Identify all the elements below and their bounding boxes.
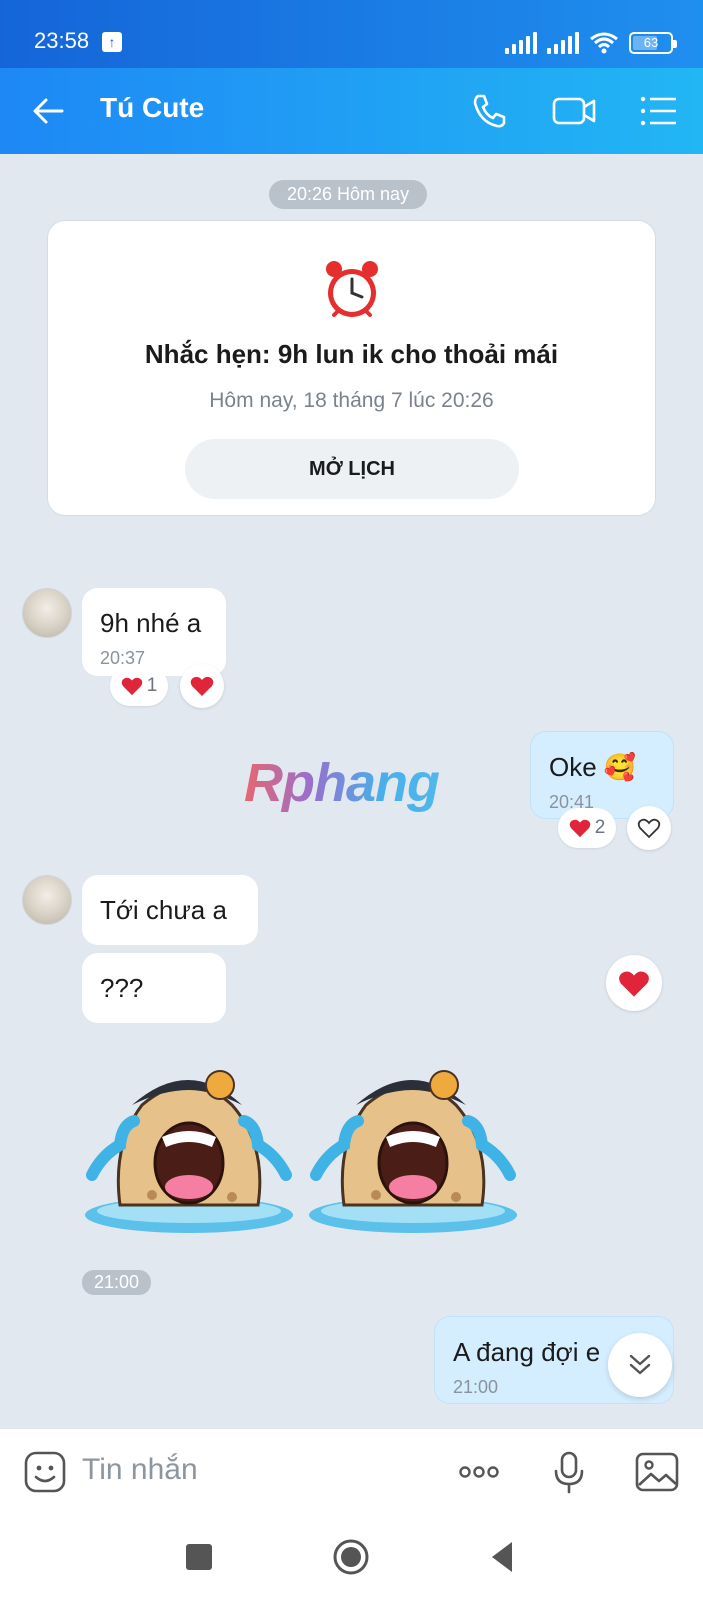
heart-react-button[interactable] [180,664,224,708]
message-text: Oke 🥰 [549,752,637,782]
home-icon[interactable] [328,1534,374,1580]
message-input[interactable]: Tin nhắn [82,1453,198,1487]
watermark: Rphang [244,753,440,813]
crying-sticker[interactable] [82,1065,296,1235]
heart-react-button[interactable] [627,806,671,850]
reminder-title: Nhắc hẹn: 9h lun ik cho thoải mái [144,339,559,369]
reaction-count: 1 [146,675,158,696]
double-chevron-down-icon [629,1354,651,1375]
reaction-summary[interactable]: 2 [558,808,616,848]
message-text: Tới chưa a [100,895,227,925]
status-time: 23:58 [34,28,90,53]
wifi-icon [590,32,618,54]
message-text: A đang đợi e [453,1337,601,1367]
message-bubble-incoming[interactable]: ??? [82,953,226,1023]
heart-outline-icon [637,818,661,839]
chat-title[interactable]: Tú Cute [100,92,204,124]
microphone-icon[interactable] [544,1447,594,1497]
alarm-clock-icon [326,261,378,317]
menu-list-icon[interactable] [636,88,682,134]
reminder-card[interactable]: Nhắc hẹn: 9h lun ik cho thoải mái Hôm na… [47,220,656,516]
reaction-count: 2 [594,817,606,838]
scroll-to-bottom-button[interactable] [608,1333,672,1397]
date-divider: 20:26 Hôm nay [269,180,428,209]
heart-icon [121,677,142,696]
reminder-datetime: Hôm nay, 18 tháng 7 lúc 20:26 [209,389,494,412]
back-arrow-icon[interactable] [26,88,72,134]
more-options-icon[interactable] [454,1447,504,1497]
video-call-icon[interactable] [550,88,598,134]
heart-react-button[interactable] [606,955,662,1011]
open-calendar-button[interactable]: MỞ LỊCH [185,439,519,499]
status-indicators: 63 [505,30,677,54]
signal-icon [505,32,537,54]
heart-icon [569,819,590,838]
message-input-bar: Tin nhắn [0,1428,703,1514]
reaction-summary[interactable]: 1 [110,666,168,706]
message-bubble-incoming[interactable]: 9h nhé a 20:37 [82,588,226,676]
battery-icon: 63 [629,32,677,54]
contact-avatar[interactable] [22,588,72,638]
upload-icon: ↑ [102,32,122,52]
message-text: ??? [100,973,144,1003]
recent-apps-icon[interactable] [176,1534,222,1580]
message-text: 9h nhé a [100,608,202,638]
emoji-sticker-icon[interactable] [20,1447,70,1497]
message-bubble-incoming[interactable]: Tới chưa a [82,875,258,945]
sticker-time: 21:00 [82,1270,152,1295]
back-nav-icon[interactable] [480,1534,526,1580]
message-time: 21:00 [453,1377,499,1397]
system-nav-bar [0,1514,703,1600]
status-bar: 23:58 ↑ 63 [0,0,703,68]
image-gallery-icon[interactable] [632,1447,682,1497]
contact-avatar[interactable] [22,875,72,925]
heart-icon [619,970,649,997]
heart-icon [190,676,214,696]
signal-icon-2 [547,32,579,54]
crying-sticker[interactable] [306,1065,520,1235]
battery-level: 63 [643,35,659,50]
chat-header: Tú Cute [0,68,703,154]
phone-icon[interactable] [466,88,512,134]
